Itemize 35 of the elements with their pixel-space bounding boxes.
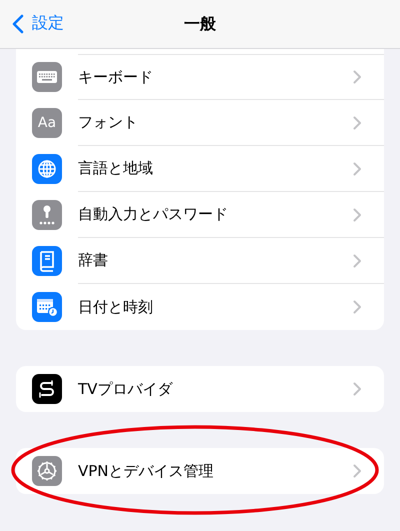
row-label: 日付と時刻 [78, 298, 153, 316]
settings-row[interactable]: TVプロバイダ [16, 366, 384, 412]
row-label: フォント [78, 113, 138, 132]
row-label: TVプロバイダ [78, 380, 172, 398]
row-label: キーボード [78, 68, 153, 86]
back-chevron-icon [12, 14, 24, 34]
settings-row[interactable]: 辞書 [16, 238, 384, 284]
settings-row[interactable]: キーボード [16, 54, 384, 100]
settings-row[interactable]: VPNとデバイス管理 [16, 448, 384, 494]
chevron-icon [353, 300, 362, 314]
chevron-icon [353, 116, 362, 130]
chevron-icon [353, 70, 362, 84]
calendar-icon [32, 292, 62, 322]
row-label: 言語と地域 [78, 159, 153, 178]
chevron-icon [353, 254, 362, 268]
cable-icon [32, 374, 62, 404]
globe-icon [32, 154, 62, 184]
row-label: 自動入力とパスワード [78, 205, 228, 224]
settings-icon [32, 456, 62, 486]
chevron-icon [353, 464, 362, 478]
book-icon [32, 246, 62, 276]
settings-row[interactable]: 日付と時刻 [16, 284, 384, 330]
settings-row[interactable]: 言語と地域 [16, 146, 384, 192]
chevron-icon [353, 382, 362, 396]
chevron-icon [353, 208, 362, 222]
settings-row[interactable]: 自動入力とパスワード [16, 192, 384, 238]
row-label: VPNとデバイス管理 [78, 462, 214, 480]
chevron-icon [353, 162, 362, 176]
row-label: 辞書 [78, 251, 108, 270]
font-icon: Aa [32, 108, 62, 138]
page-title: 一般 [184, 14, 216, 34]
key-icon [32, 200, 62, 230]
back-button[interactable]: 設定 [8, 9, 68, 38]
keyboard-icon [32, 62, 62, 92]
settings-row[interactable]: Aa フォント [16, 100, 384, 146]
